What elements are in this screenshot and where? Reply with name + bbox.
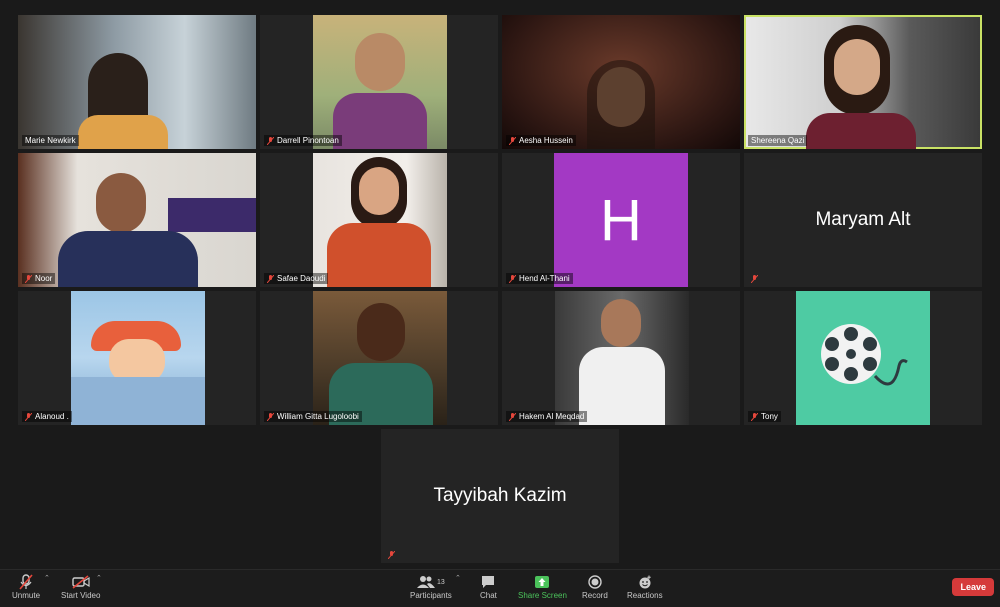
mic-muted-icon	[267, 136, 274, 145]
participant-name-label: Safae Daoudi	[264, 273, 329, 284]
mic-muted-icon	[25, 412, 32, 421]
participant-name-label: Hend Al-Thani	[506, 273, 573, 284]
mic-muted-icon	[267, 412, 274, 421]
participant-name-label	[748, 274, 761, 284]
start-video-button[interactable]: Start Video	[61, 573, 100, 600]
video-tile-tony[interactable]: Tony	[744, 291, 982, 425]
share-screen-button[interactable]: Share Screen	[518, 573, 567, 600]
mic-muted-icon	[25, 274, 32, 283]
audio-options-caret-icon[interactable]: ⌃	[44, 574, 50, 582]
video-tile-hakem-al-meqdad[interactable]: Hakem Al Meqdad	[502, 291, 740, 425]
mic-muted-icon	[267, 274, 274, 283]
mic-muted-icon	[19, 574, 33, 590]
video-feed	[555, 291, 689, 425]
video-tile-safae-daoudi[interactable]: Safae Daoudi	[260, 153, 498, 287]
mic-muted-icon	[509, 412, 516, 421]
participant-name-label: Shereena Qazi	[748, 135, 808, 146]
participant-name-label: Noor	[22, 273, 56, 284]
participant-name-label: Aesha Hussein	[506, 135, 576, 146]
chat-icon	[482, 576, 495, 588]
participant-name-label: William Gitta Lugoloobi	[264, 411, 362, 422]
record-button[interactable]: Record	[582, 573, 608, 600]
video-tile-marie-newkirk[interactable]: Marie Newkirk	[18, 15, 256, 149]
video-feed	[746, 17, 980, 149]
participants-icon	[417, 576, 435, 588]
video-options-caret-icon[interactable]: ⌃	[96, 574, 102, 582]
video-tile-maryam-alt[interactable]: Maryam Alt	[744, 153, 982, 287]
participant-display-name: Tayyibah Kazim	[433, 485, 567, 506]
meeting-toolbar: Unmute ⌃ Start Video ⌃ 13 Participants ⌃…	[0, 569, 1000, 607]
video-off-icon	[72, 575, 90, 589]
video-feed	[71, 291, 205, 425]
video-tile-aesha-hussein[interactable]: Aesha Hussein	[502, 15, 740, 149]
participant-name-label: Alanoud .	[22, 411, 72, 422]
video-tile-hend-al-thani[interactable]: H Hend Al-Thani	[502, 153, 740, 287]
video-feed	[313, 291, 447, 425]
participants-count: 13	[437, 578, 445, 586]
participant-display-name: Maryam Alt	[815, 209, 911, 230]
participant-name-label: Marie Newkirk	[22, 135, 79, 146]
participants-button[interactable]: 13 Participants	[410, 573, 452, 600]
video-feed	[502, 15, 740, 149]
record-icon	[588, 575, 602, 589]
mic-muted-icon	[388, 551, 395, 559]
participants-options-caret-icon[interactable]: ⌃	[455, 574, 461, 582]
video-tile-william-gitta-lugoloobi[interactable]: William Gitta Lugoloobi	[260, 291, 498, 425]
participant-name-label: Hakem Al Meqdad	[506, 411, 588, 422]
chat-button[interactable]: Chat	[480, 573, 497, 600]
video-tile-darrell-pinontoan[interactable]: Darrell Pinontoan	[260, 15, 498, 149]
leave-button[interactable]: Leave	[952, 578, 994, 596]
video-feed	[313, 153, 447, 287]
video-feed	[18, 153, 256, 287]
participant-name-label: Darrell Pinontoan	[264, 135, 342, 146]
mic-muted-icon	[509, 136, 516, 145]
mic-muted-icon	[509, 274, 516, 283]
video-feed	[313, 15, 447, 149]
avatar-image	[796, 291, 930, 425]
video-tile-noor[interactable]: Noor	[18, 153, 256, 287]
mic-muted-icon	[751, 275, 758, 283]
participant-name-label: Tony	[748, 411, 781, 422]
avatar-initial: H	[554, 153, 688, 287]
participant-name-label	[385, 550, 398, 560]
reactions-button[interactable]: Reactions	[627, 573, 663, 600]
share-screen-icon	[535, 576, 550, 588]
video-tile-tayyibah-kazim[interactable]: Tayyibah Kazim	[381, 429, 619, 563]
film-reel-icon	[821, 324, 908, 386]
mic-muted-icon	[751, 412, 758, 421]
reactions-icon	[639, 575, 651, 589]
video-tile-alanoud[interactable]: Alanoud .	[18, 291, 256, 425]
unmute-button[interactable]: Unmute	[12, 573, 40, 600]
video-tile-shereena-qazi[interactable]: Shereena Qazi	[744, 15, 982, 149]
video-feed	[18, 15, 256, 149]
